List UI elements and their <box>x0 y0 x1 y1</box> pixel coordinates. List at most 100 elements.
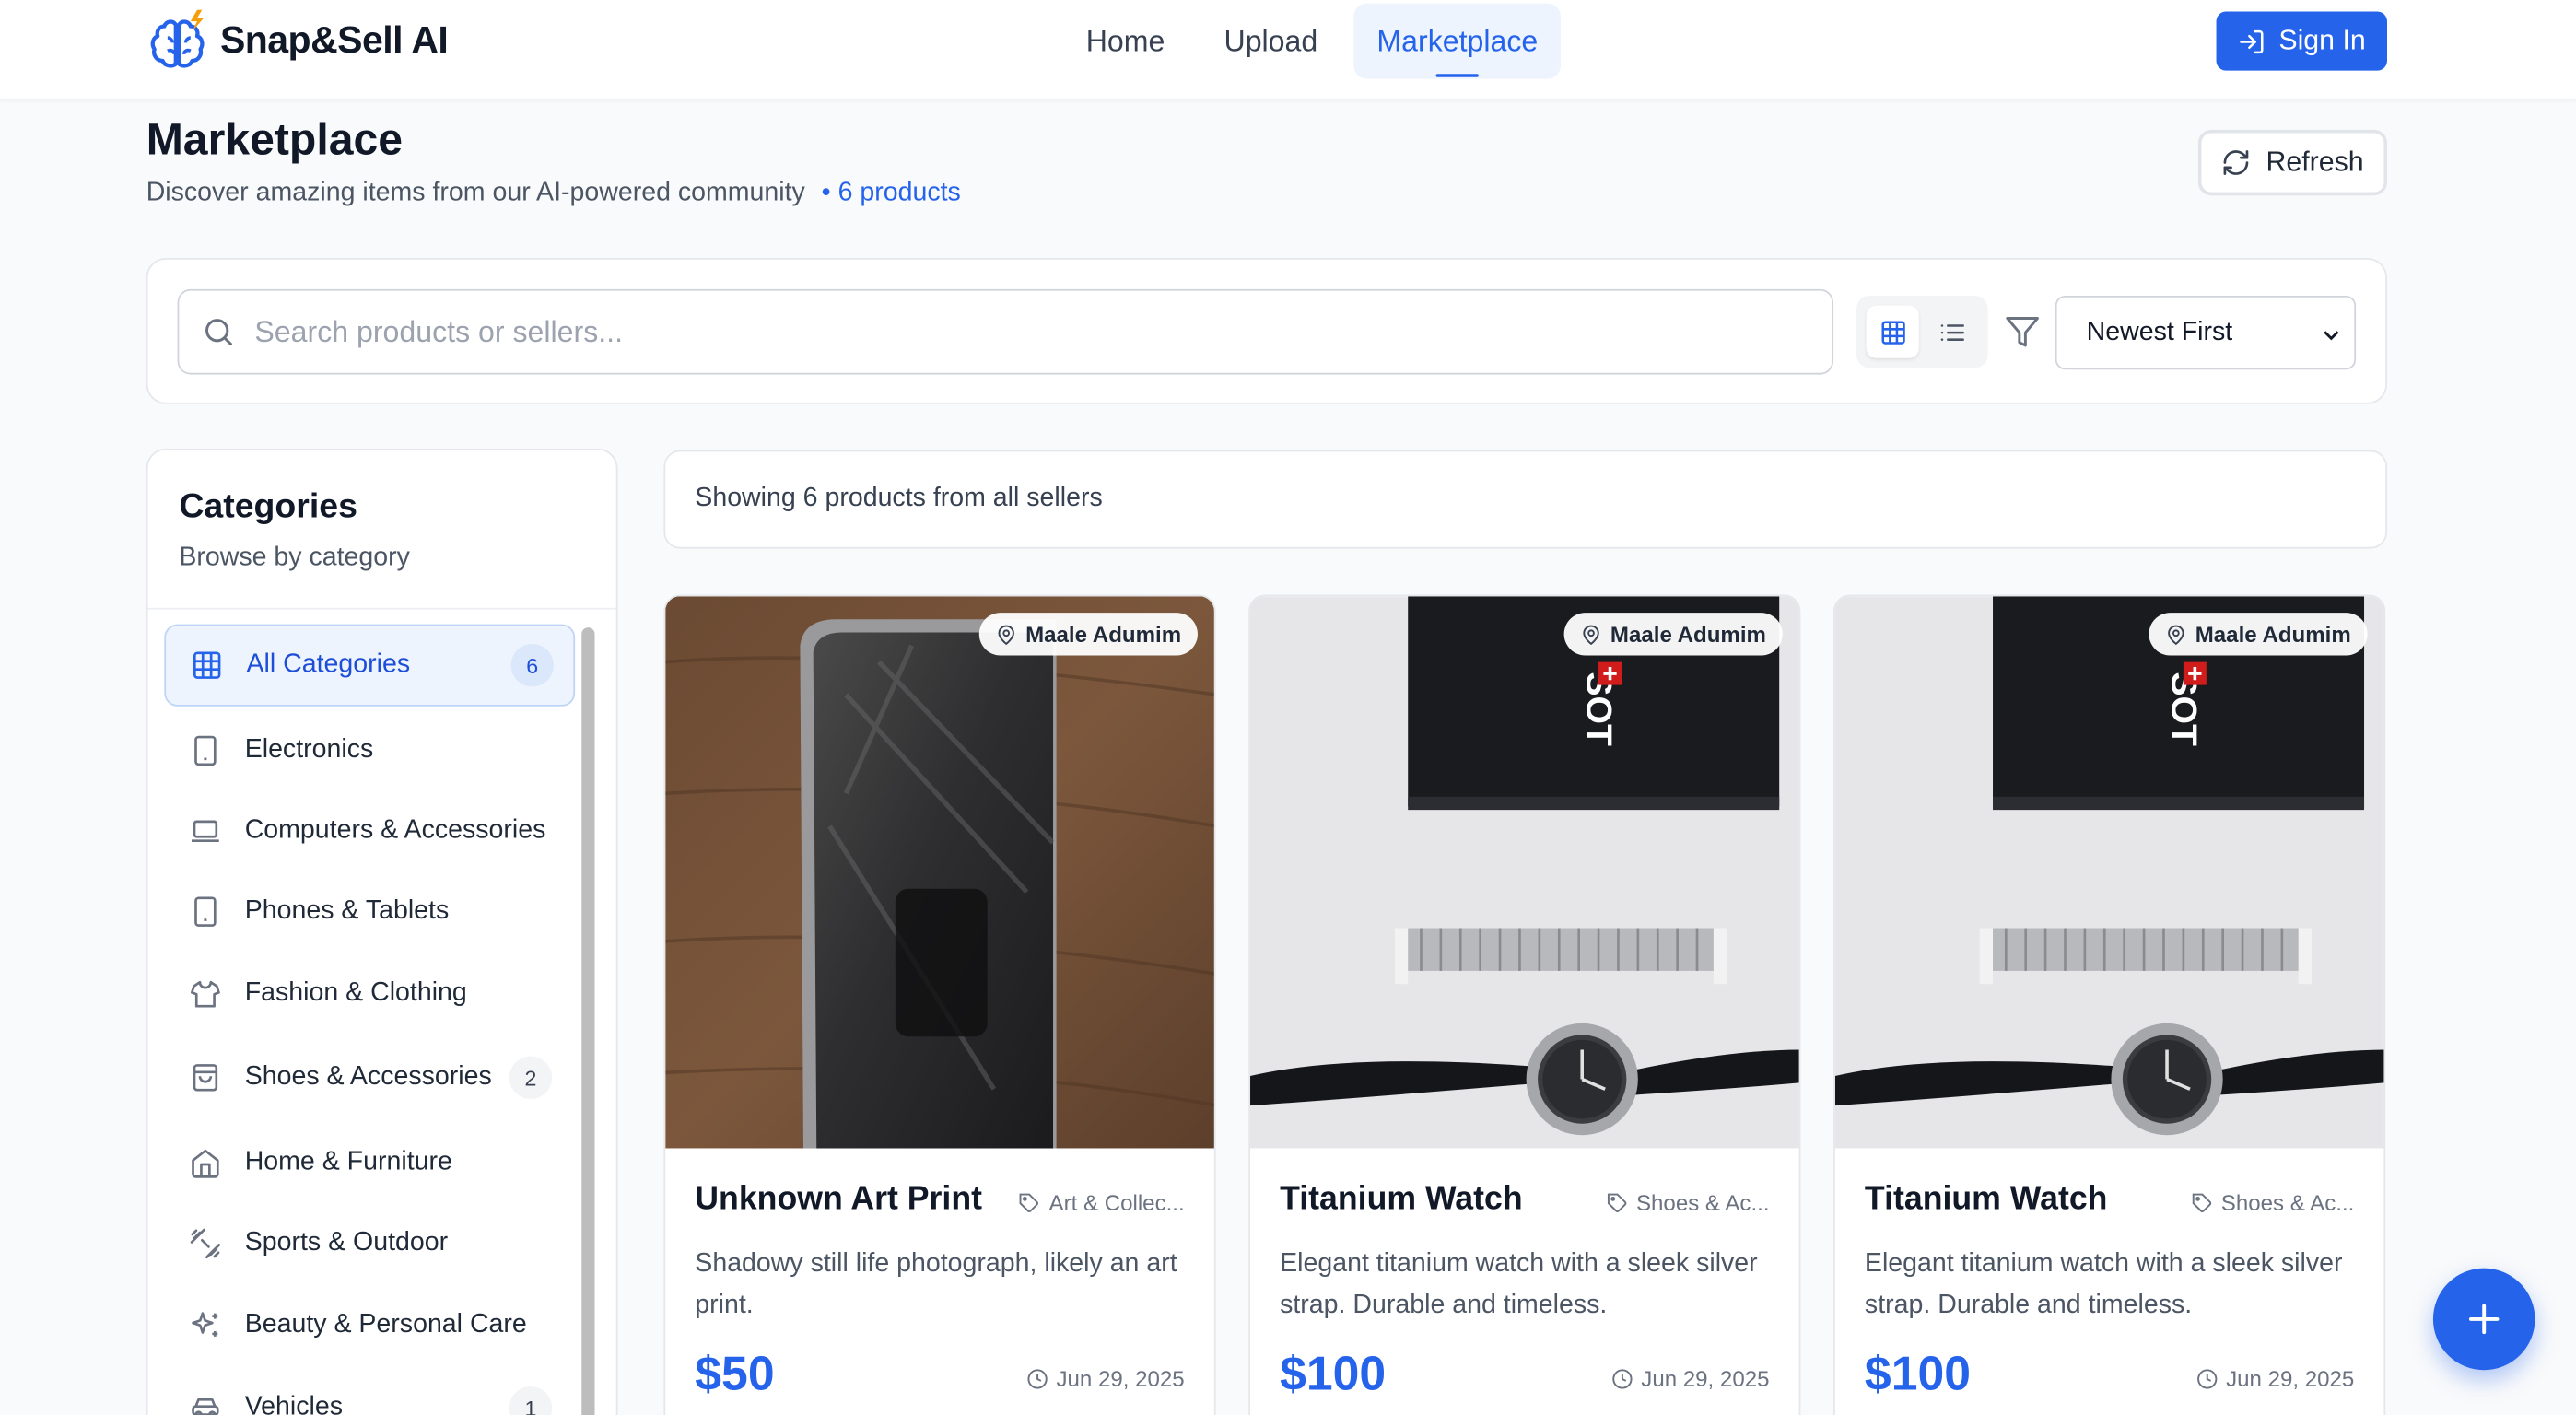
location-badge: Maale Adumim <box>979 613 1198 656</box>
app-root: Snap&Sell AI Home Upload Marketplace Sig… <box>0 0 2576 1415</box>
filter-icon[interactable] <box>2005 314 2041 350</box>
grid-view-button[interactable] <box>1866 305 1919 358</box>
product-category: Shoes & Ac... <box>2192 1190 2355 1216</box>
search-icon <box>205 319 233 346</box>
category-count-badge: 2 <box>509 1056 553 1099</box>
product-title[interactable]: Titanium Watch <box>1280 1181 1523 1219</box>
map-pin-icon <box>998 624 1015 645</box>
grid-icon <box>193 651 221 679</box>
plus-icon <box>2468 1304 2500 1335</box>
list-view-button[interactable] <box>1926 306 1978 358</box>
product-date-label: Jun 29, 2025 <box>1641 1366 1770 1392</box>
category-all[interactable]: All Categories 6 <box>164 624 576 707</box>
shirt-icon <box>190 980 220 1008</box>
sign-in-button[interactable]: Sign In <box>2216 11 2387 71</box>
product-description: Shadowy still life photograph, likely an… <box>695 1250 1177 1319</box>
category-label: Shoes & Accessories <box>244 1062 492 1092</box>
log-in-icon <box>2240 29 2264 53</box>
sidebar-divider <box>147 607 616 610</box>
product-description: Elegant titanium watch with a sleek silv… <box>1280 1250 1758 1319</box>
product-image[interactable] <box>665 596 1214 1149</box>
map-pin-icon <box>2168 624 2184 645</box>
search-input[interactable] <box>254 314 1734 349</box>
category-home-furniture[interactable]: Home & Furniture <box>164 1122 575 1204</box>
app-name: Snap&Sell AI <box>219 17 449 61</box>
logo[interactable]: Snap&Sell AI <box>147 6 449 72</box>
product-count: • 6 products <box>821 179 961 207</box>
nav-home[interactable]: Home <box>1057 4 1195 79</box>
product-category: Art & Collec... <box>1019 1190 1185 1216</box>
refresh-button[interactable]: Refresh <box>2197 129 2387 196</box>
category-vehicles[interactable]: Vehicles 1 <box>164 1367 575 1415</box>
watch-photo-image: SOT <box>1250 596 1799 1149</box>
location-label: Maale Adumim <box>1025 621 1182 647</box>
search-box[interactable] <box>177 288 1834 375</box>
tablet-icon <box>194 896 217 927</box>
product-price: $50 <box>695 1349 775 1402</box>
category-electronics[interactable]: Electronics <box>164 709 575 791</box>
add-product-fab[interactable] <box>2432 1268 2535 1371</box>
product-image[interactable]: SOT <box>1250 596 1799 1149</box>
clock-icon <box>1027 1369 1048 1389</box>
location-label: Maale Adumim <box>1610 621 1766 647</box>
sign-in-label: Sign In <box>2278 24 2366 56</box>
category-computers[interactable]: Computers & Accessories <box>164 790 575 872</box>
category-label: Sports & Outdoor <box>244 1228 449 1257</box>
list-icon <box>1939 323 1964 341</box>
product-category-label: Art & Collec... <box>1048 1190 1185 1216</box>
category-sports-outdoor[interactable]: Sports & Outdoor <box>164 1202 575 1284</box>
product-title[interactable]: Titanium Watch <box>1865 1181 2108 1219</box>
product-date-label: Jun 29, 2025 <box>2226 1366 2355 1392</box>
sidebar-title: Categories <box>179 487 357 526</box>
tag-icon <box>2192 1193 2212 1213</box>
product-category-label: Shoes & Ac... <box>2220 1190 2355 1216</box>
product-image[interactable]: SOT <box>1834 596 2384 1149</box>
category-phones-tablets[interactable]: Phones & Tablets <box>164 871 575 953</box>
laptop-icon <box>192 820 219 843</box>
category-label: All Categories <box>246 650 411 679</box>
category-shoes-accessories[interactable]: Shoes & Accessories 2 <box>164 1036 575 1118</box>
nav-marketplace[interactable]: Marketplace <box>1353 3 1562 79</box>
location-badge: Maale Adumim <box>2149 613 2368 656</box>
top-nav-bar: Snap&Sell AI Home Upload Marketplace Sig… <box>0 0 2576 100</box>
category-label: Electronics <box>244 735 374 765</box>
grid-icon <box>1880 320 1904 344</box>
dumbbell-icon <box>190 1228 221 1259</box>
product-card[interactable]: SOT Maale Adumim Titanium Watch Shoes & … <box>1833 594 2386 1415</box>
brain-logo-icon <box>150 9 205 68</box>
home-icon <box>192 1149 219 1178</box>
sidebar-scrollbar[interactable] <box>581 627 595 1415</box>
categories-sidebar: Categories Browse by category All Catego… <box>146 448 618 1415</box>
category-label: Home & Furniture <box>244 1148 452 1176</box>
product-card[interactable]: SOT Maale Adumim Titanium Watch Shoes & … <box>1248 594 1801 1415</box>
category-label: Phones & Tablets <box>244 896 450 925</box>
location-badge: Maale Adumim <box>1563 613 1783 656</box>
product-title[interactable]: Unknown Art Print <box>695 1181 982 1219</box>
product-date-label: Jun 29, 2025 <box>1056 1366 1185 1392</box>
product-date: Jun 29, 2025 <box>1026 1366 1185 1392</box>
category-count-badge: 6 <box>510 644 554 687</box>
refresh-icon <box>2223 150 2249 175</box>
page-title: Marketplace <box>146 114 404 165</box>
chevron-down-icon <box>2324 331 2339 341</box>
map-pin-icon <box>1583 624 1600 645</box>
clock-icon <box>1612 1369 1633 1389</box>
shopping-bag-icon <box>193 1064 218 1092</box>
sparkles-icon <box>192 1312 218 1337</box>
car-icon <box>192 1397 219 1415</box>
category-fashion[interactable]: Fashion & Clothing <box>164 953 575 1035</box>
product-card[interactable]: Maale Adumim Unknown Art Print Art & Col… <box>663 594 1216 1415</box>
category-beauty[interactable]: Beauty & Personal Care <box>164 1284 575 1366</box>
tablet-icon <box>194 735 217 766</box>
phone-photo-image <box>665 596 1214 1149</box>
page-subtitle-text: Discover amazing items from our AI-power… <box>146 179 805 207</box>
clock-icon <box>2196 1369 2218 1389</box>
category-label: Beauty & Personal Care <box>244 1310 527 1339</box>
refresh-label: Refresh <box>2266 146 2364 178</box>
results-summary: Showing 6 products from all sellers <box>663 450 2387 549</box>
nav-upload[interactable]: Upload <box>1194 4 1347 79</box>
location-label: Maale Adumim <box>2195 621 2351 647</box>
product-date: Jun 29, 2025 <box>1611 1366 1770 1392</box>
product-category-label: Shoes & Ac... <box>1635 1190 1770 1216</box>
sort-select[interactable]: Newest First <box>2055 295 2357 370</box>
